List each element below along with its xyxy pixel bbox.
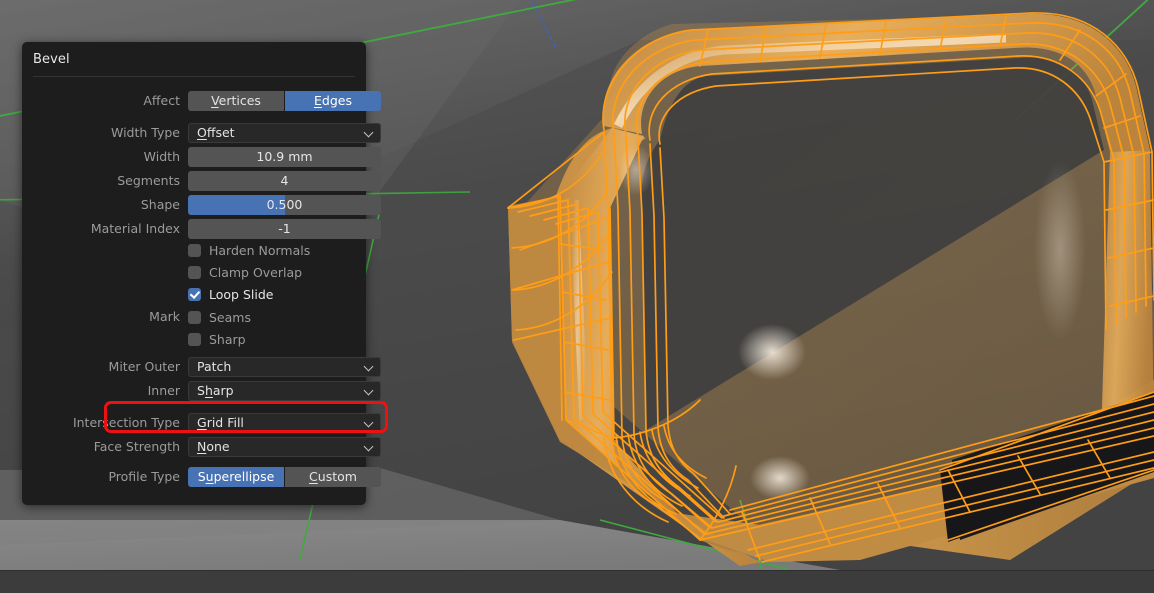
row-intersection-type: Intersection Type Grid Fill bbox=[22, 413, 381, 433]
segments-input[interactable]: 4 bbox=[188, 171, 381, 191]
segments-label: Segments bbox=[117, 173, 180, 188]
mark-seams-checkbox[interactable] bbox=[188, 310, 201, 324]
mark-seams-text: Seams bbox=[209, 309, 251, 325]
profile-type-option-superellipse[interactable]: Superellipse bbox=[188, 467, 284, 487]
miter-inner-label: Inner bbox=[147, 383, 180, 398]
row-profile-type: Profile Type Superellipse Custom bbox=[22, 467, 381, 487]
row-miter-outer: Miter Outer Patch bbox=[22, 357, 381, 377]
loop-slide-text: Loop Slide bbox=[209, 286, 274, 302]
row-harden-normals: Harden Normals bbox=[22, 240, 366, 260]
miter-outer-field: Patch bbox=[188, 357, 381, 377]
clamp-overlap-text: Clamp Overlap bbox=[209, 264, 303, 280]
shape-input[interactable]: 0.500 bbox=[188, 195, 381, 215]
loop-slide-checkbox-row[interactable]: Loop Slide bbox=[188, 284, 273, 304]
profile-type-option-custom[interactable]: Custom bbox=[285, 467, 381, 487]
row-segments: Segments 4 bbox=[22, 171, 381, 191]
miter-outer-value: Patch bbox=[197, 359, 232, 374]
mark-seams-label: Mark bbox=[149, 309, 180, 324]
face-strength-field: None bbox=[188, 437, 381, 457]
affect-toggle-group: Vertices Edges bbox=[188, 91, 381, 111]
header-divider bbox=[33, 76, 355, 77]
row-clamp-overlap: Clamp Overlap bbox=[22, 262, 366, 282]
width-type-dropdown[interactable]: Offset bbox=[188, 123, 381, 143]
shape-label: Shape bbox=[140, 197, 180, 212]
material-index-label: Material Index bbox=[90, 221, 180, 236]
chevron-down-icon bbox=[365, 443, 374, 452]
loop-slide-checkbox[interactable] bbox=[188, 287, 201, 301]
mark-seams-checkbox-row[interactable]: Seams bbox=[188, 307, 251, 327]
row-shape: Shape 0.500 bbox=[22, 195, 381, 215]
harden-normals-checkbox[interactable] bbox=[188, 243, 201, 257]
row-loop-slide: Loop Slide bbox=[22, 284, 366, 304]
affect-label: Affect bbox=[143, 93, 180, 108]
affect-field: Vertices Edges bbox=[188, 91, 381, 111]
row-material-index: Material Index -1 bbox=[22, 219, 381, 239]
width-value: 10.9 mm bbox=[256, 149, 313, 164]
segments-value: 4 bbox=[280, 173, 289, 188]
page-title: Bevel bbox=[33, 52, 70, 67]
miter-outer-label: Miter Outer bbox=[108, 359, 180, 374]
profile-type-field: Superellipse Custom bbox=[188, 467, 381, 487]
intersection-type-field: Grid Fill bbox=[188, 413, 381, 433]
row-miter-inner: Inner Sharp bbox=[22, 381, 381, 401]
harden-normals-checkbox-row[interactable]: Harden Normals bbox=[188, 240, 310, 260]
face-strength-dropdown[interactable]: None bbox=[188, 437, 381, 457]
status-bar bbox=[0, 570, 1154, 593]
affect-option-vertices[interactable]: Vertices bbox=[188, 91, 284, 111]
profile-type-label: Profile Type bbox=[108, 469, 180, 484]
bevel-operator-panel[interactable]: Bevel Affect Vertices Edges Width Type Offse… bbox=[22, 42, 388, 505]
miter-inner-field: Sharp bbox=[188, 381, 381, 401]
clamp-overlap-checkbox-row[interactable]: Clamp Overlap bbox=[188, 262, 302, 282]
clamp-overlap-checkbox[interactable] bbox=[188, 265, 201, 279]
affect-option-edges[interactable]: Edges bbox=[285, 91, 381, 111]
mark-sharp-checkbox[interactable] bbox=[188, 332, 201, 346]
panel-header: Bevel bbox=[22, 42, 366, 76]
row-mark-sharp: Sharp bbox=[22, 329, 366, 349]
width-type-field: Offset bbox=[188, 123, 381, 143]
mark-sharp-checkbox-row[interactable]: Sharp bbox=[188, 329, 246, 349]
miter-inner-dropdown[interactable]: Sharp bbox=[188, 381, 381, 401]
width-field: 10.9 mm bbox=[188, 147, 381, 167]
intersection-type-value: Grid Fill bbox=[197, 415, 244, 430]
chevron-down-icon bbox=[365, 387, 374, 396]
width-input[interactable]: 10.9 mm bbox=[188, 147, 381, 167]
profile-type-toggle-group: Superellipse Custom bbox=[188, 467, 381, 487]
harden-normals-text: Harden Normals bbox=[209, 242, 311, 258]
row-width: Width 10.9 mm bbox=[22, 147, 381, 167]
intersection-type-label: Intersection Type bbox=[72, 415, 180, 430]
chevron-down-icon bbox=[365, 129, 374, 138]
segments-field: 4 bbox=[188, 171, 381, 191]
width-label: Width bbox=[143, 149, 180, 164]
row-mark-seams: Mark Seams bbox=[22, 307, 366, 327]
width-type-label: Width Type bbox=[110, 125, 180, 140]
face-strength-value: None bbox=[197, 439, 230, 454]
face-strength-label: Face Strength bbox=[93, 439, 180, 454]
chevron-down-icon bbox=[365, 363, 374, 372]
miter-inner-value: Sharp bbox=[197, 383, 234, 398]
chevron-down-icon bbox=[365, 419, 374, 428]
shape-field: 0.500 bbox=[188, 195, 381, 215]
shape-value: 0.500 bbox=[266, 197, 303, 212]
width-type-value: Offset bbox=[197, 125, 235, 140]
mark-sharp-text: Sharp bbox=[209, 331, 246, 347]
intersection-type-dropdown[interactable]: Grid Fill bbox=[188, 413, 381, 433]
material-index-field: -1 bbox=[188, 219, 381, 239]
row-width-type: Width Type Offset bbox=[22, 123, 381, 143]
miter-outer-dropdown[interactable]: Patch bbox=[188, 357, 381, 377]
material-index-value: -1 bbox=[278, 221, 291, 236]
material-index-input[interactable]: -1 bbox=[188, 219, 381, 239]
row-affect: Affect Vertices Edges bbox=[22, 91, 381, 111]
row-face-strength: Face Strength None bbox=[22, 437, 381, 457]
